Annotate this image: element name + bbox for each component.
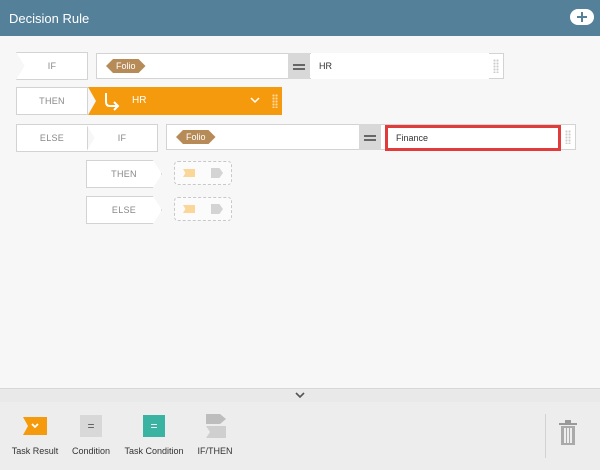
trash-icon — [559, 420, 577, 445]
equals-operator[interactable] — [288, 53, 310, 79]
then-label: THEN — [16, 87, 88, 115]
then-label-text: THEN — [39, 96, 65, 106]
field-tag-label: Folio — [116, 61, 136, 71]
then-result-text: HR — [132, 95, 147, 106]
condition-value-finance[interactable]: Finance — [385, 125, 561, 151]
tool-label: Task Result — [11, 446, 59, 456]
nested-branch-connector — [87, 152, 157, 158]
field-tag-label: Folio — [186, 132, 206, 142]
then-result-bar[interactable]: HR — [88, 87, 282, 115]
nested-if-label: IF — [86, 124, 158, 152]
tool-task-condition[interactable]: = Task Condition — [119, 414, 189, 456]
drag-handle-icon[interactable] — [565, 130, 571, 144]
tool-label: Condition — [71, 446, 111, 456]
condition-value-text: Finance — [396, 133, 429, 143]
else-label: ELSE — [16, 124, 88, 152]
else-drop-placeholder[interactable] — [174, 197, 232, 221]
tool-task-result[interactable]: Task Result — [8, 414, 62, 456]
nested-then-label-text: THEN — [111, 169, 137, 179]
tool-if-then[interactable]: IF/THEN — [194, 414, 236, 456]
task-result-placeholder-icon — [183, 205, 195, 213]
field-tag-folio[interactable]: Folio — [106, 59, 146, 73]
if-label: IF — [16, 52, 88, 80]
toolbox-divider — [545, 414, 546, 458]
equals-operator[interactable] — [359, 124, 381, 150]
page-title: Decision Rule — [9, 10, 90, 26]
if-then-placeholder-icon — [211, 204, 223, 214]
task-result-placeholder-icon — [183, 169, 195, 177]
tool-label: Task Condition — [124, 446, 184, 456]
nested-then-label: THEN — [86, 160, 162, 188]
rule-canvas: IF Folio HR THEN HR ELSE IF Folio Financ… — [0, 36, 600, 388]
nested-else-label: ELSE — [86, 196, 162, 224]
if-label-text: IF — [47, 61, 57, 71]
tool-label: IF/THEN — [197, 446, 233, 456]
tool-condition[interactable]: = Condition — [66, 414, 116, 456]
else-label-text: ELSE — [39, 133, 65, 143]
add-button[interactable] — [570, 9, 594, 25]
drag-handle-icon[interactable] — [272, 94, 278, 108]
nested-else-label-text: ELSE — [111, 205, 137, 215]
chevron-down-icon — [295, 392, 305, 399]
task-result-icon — [23, 417, 47, 435]
condition-value-hr[interactable]: HR — [311, 53, 489, 79]
condition-icon: = — [80, 415, 102, 437]
task-condition-icon: = — [143, 415, 165, 437]
field-tag-folio[interactable]: Folio — [176, 130, 216, 144]
condition-value-text: HR — [319, 61, 332, 71]
then-drop-placeholder[interactable] — [174, 161, 232, 185]
delete-button[interactable] — [558, 420, 578, 451]
if-then-placeholder-icon — [211, 168, 223, 178]
plus-icon — [577, 12, 587, 22]
drag-handle-icon[interactable] — [493, 59, 499, 73]
toolbox: Task Result = Condition = Task Condition… — [0, 402, 600, 470]
turn-arrow-icon — [105, 93, 120, 111]
chevron-down-icon[interactable] — [250, 97, 260, 105]
collapse-toolbox-toggle[interactable] — [0, 388, 600, 402]
if-then-icon — [206, 414, 226, 438]
nested-if-label-text: IF — [117, 133, 127, 143]
header-bar: Decision Rule — [0, 0, 600, 36]
